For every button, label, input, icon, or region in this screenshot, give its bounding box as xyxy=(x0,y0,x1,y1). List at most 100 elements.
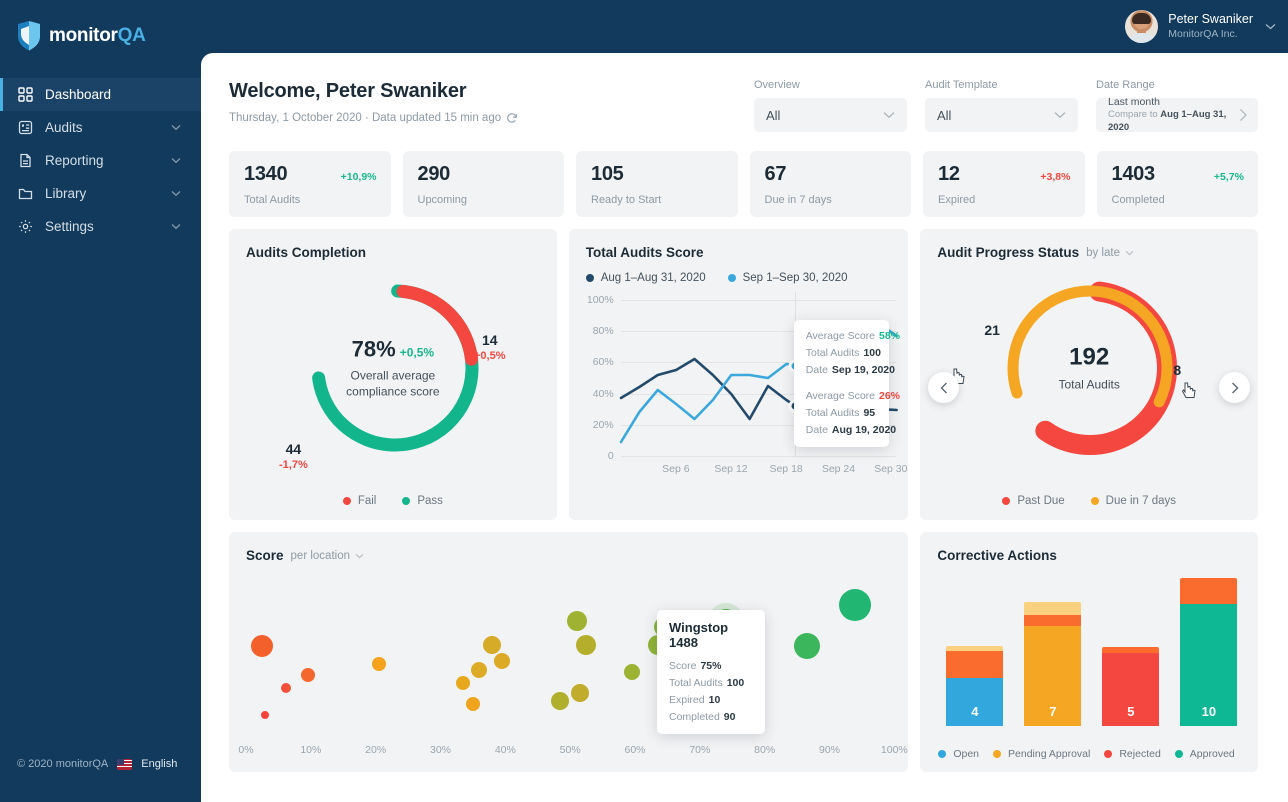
line-chart[interactable]: 100% 80% 60% 40% 20% 0 xyxy=(569,292,909,482)
scatter-point[interactable] xyxy=(372,657,386,671)
kpi-card[interactable]: 290 Upcoming xyxy=(403,151,565,217)
bar-segment-orange xyxy=(1024,615,1081,626)
tooltip-label: Completed xyxy=(669,711,720,723)
bar-segment-light xyxy=(1024,602,1081,615)
tooltip-label: Score xyxy=(669,660,696,672)
fail-label: 14 +0,5% xyxy=(474,332,506,362)
x-tick-label: 70% xyxy=(689,744,710,756)
scatter-point[interactable] xyxy=(466,697,480,711)
copyright-text: © 2020 monitorQA xyxy=(17,758,108,770)
chevron-right-icon[interactable] xyxy=(1239,109,1248,122)
tooltip-label: Average Score xyxy=(806,390,875,402)
legend-item-fail[interactable]: Fail xyxy=(343,495,377,507)
sidebar-item-settings[interactable]: Settings xyxy=(0,210,201,243)
y-tick-label: 60% xyxy=(593,356,621,368)
legend-item-sep[interactable]: Sep 1–Sep 30, 2020 xyxy=(728,272,848,284)
scatter-point[interactable] xyxy=(567,611,587,631)
tooltip-label: Total Audits xyxy=(669,677,723,689)
scatter-point[interactable] xyxy=(456,676,470,690)
kpi-card[interactable]: 105 Ready to Start xyxy=(576,151,738,217)
scatter-point[interactable] xyxy=(261,711,269,719)
kpi-card[interactable]: 12+3,8% Expired xyxy=(923,151,1085,217)
scatter-point[interactable] xyxy=(483,636,501,654)
bar-chart[interactable]: 475 10 xyxy=(942,580,1240,726)
chevron-down-icon[interactable] xyxy=(355,553,364,559)
kpi-card[interactable]: 67 Due in 7 days xyxy=(750,151,912,217)
legend-label: Pass xyxy=(417,495,443,507)
user-menu[interactable]: Peter Swaniker MonitorQA Inc. xyxy=(1125,10,1276,43)
bar-column[interactable]: 4 xyxy=(946,646,1003,726)
kpi-delta: +3,8% xyxy=(1040,171,1070,183)
bar-column[interactable]: 7 xyxy=(1024,602,1081,726)
audit-template-select[interactable]: All xyxy=(925,98,1078,132)
x-tick-label: 40% xyxy=(495,744,516,756)
sidebar: monitorQA Dashboard Audits xyxy=(0,0,201,802)
tooltip-label: Date xyxy=(806,424,828,436)
chevron-down-icon[interactable] xyxy=(1265,23,1276,30)
legend-dot-icon xyxy=(1175,750,1183,758)
card-subtitle[interactable]: by late xyxy=(1086,247,1120,259)
sidebar-item-dashboard[interactable]: Dashboard xyxy=(0,78,201,111)
legend-item-open[interactable]: Open xyxy=(938,748,979,760)
app-root: monitorQA Dashboard Audits xyxy=(0,0,1288,802)
bar-column[interactable]: 10 xyxy=(1180,578,1237,726)
card-subtitle[interactable]: per location xyxy=(291,550,350,562)
legend-item-approved[interactable]: Approved xyxy=(1175,748,1235,760)
legend-item-aug[interactable]: Aug 1–Aug 31, 2020 xyxy=(586,272,706,284)
tooltip-value: 100 xyxy=(863,347,881,359)
fail-delta: +0,5% xyxy=(474,350,506,362)
scatter-point[interactable] xyxy=(471,662,487,678)
scatter-point[interactable] xyxy=(839,589,871,621)
language-selector[interactable]: English xyxy=(141,758,177,770)
overview-select[interactable]: All xyxy=(754,98,907,132)
kpi-card[interactable]: 1340+10,9% Total Audits xyxy=(229,151,391,217)
chevron-down-icon xyxy=(1054,111,1066,119)
audits-completion-donut[interactable]: 78%+0,5% Overall average compliance scor… xyxy=(229,260,557,475)
filter-label: Date Range xyxy=(1096,79,1258,91)
corrective-actions-card: Corrective Actions 47510 Open Pending Ap… xyxy=(920,532,1258,772)
date-range-select[interactable]: Last month Compare to Aug 1–Aug 31, 2020 xyxy=(1096,98,1258,132)
sidebar-item-library[interactable]: Library xyxy=(0,177,201,210)
kpi-label: Upcoming xyxy=(418,194,551,206)
scatter-point[interactable] xyxy=(624,664,640,680)
legend-item-pass[interactable]: Pass xyxy=(402,495,443,507)
next-chart-button[interactable] xyxy=(1219,372,1250,403)
legend-item-pending[interactable]: Pending Approval xyxy=(993,748,1090,760)
scatter-point[interactable] xyxy=(576,635,596,655)
card-title: Audits Completion xyxy=(246,245,366,260)
kpi-card[interactable]: 1403+5,7% Completed xyxy=(1097,151,1259,217)
kpi-label: Ready to Start xyxy=(591,194,724,206)
scatter-plot[interactable] xyxy=(246,576,894,736)
y-tick-label: 100% xyxy=(587,294,621,306)
line-chart-tooltip: Average Score58% Total Audits100 DateSep… xyxy=(794,320,889,447)
legend-item-past-due[interactable]: Past Due xyxy=(1002,495,1064,507)
kpi-label: Completed xyxy=(1112,194,1245,206)
legend-item-due-7days[interactable]: Due in 7 days xyxy=(1091,495,1176,507)
sidebar-nav: Dashboard Audits Re xyxy=(0,78,201,243)
legend-dot-icon xyxy=(402,497,410,505)
tooltip-value: 58% xyxy=(879,330,900,342)
charts-row-2: Score per location Wingstop 1488 Score75… xyxy=(229,532,1258,772)
scatter-point[interactable] xyxy=(794,633,820,659)
sidebar-item-audits[interactable]: Audits xyxy=(0,111,201,144)
tooltip-row: Total Audits95 xyxy=(806,407,877,419)
scatter-point[interactable] xyxy=(571,684,589,702)
x-tick-label: 100% xyxy=(881,744,908,756)
scatter-point[interactable] xyxy=(551,692,569,710)
refresh-icon[interactable] xyxy=(506,112,518,124)
chevron-down-icon[interactable] xyxy=(1125,250,1134,256)
legend-label: Approved xyxy=(1190,748,1235,760)
kpi-value: 12 xyxy=(938,163,960,186)
scatter-point[interactable] xyxy=(281,683,291,693)
legend-item-rejected[interactable]: Rejected xyxy=(1104,748,1160,760)
bar-column[interactable]: 5 xyxy=(1102,647,1159,726)
card-title: Score xyxy=(246,548,284,563)
sidebar-item-reporting[interactable]: Reporting xyxy=(0,144,201,177)
scatter-point[interactable] xyxy=(301,668,315,682)
scatter-point[interactable] xyxy=(251,635,273,657)
brand-logo[interactable]: monitorQA xyxy=(0,0,201,56)
charts-row-1: Audits Completion 78%+0,5% Overall avera… xyxy=(229,229,1258,520)
scatter-point[interactable] xyxy=(494,653,510,669)
audit-progress-donut[interactable]: 192 Total Audits 21 8 xyxy=(920,260,1258,475)
kpi-value: 105 xyxy=(591,163,623,186)
